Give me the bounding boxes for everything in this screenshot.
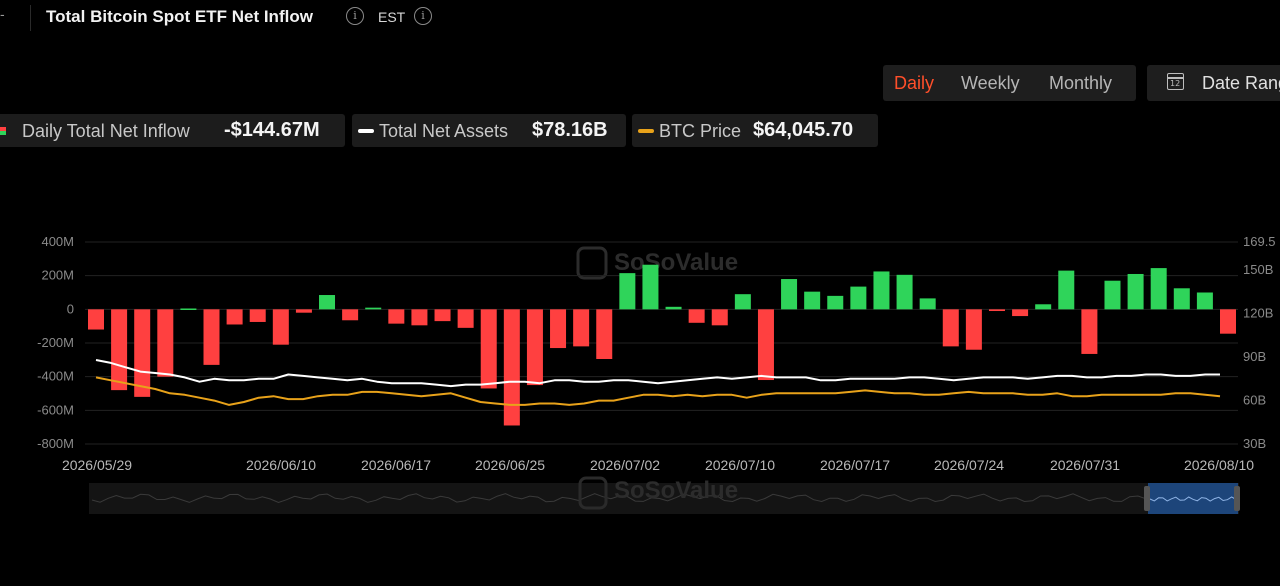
inflow-bar [226,309,243,325]
inflow-bar [642,264,659,310]
watermark-logo-icon [576,246,608,280]
navigator-handle-right[interactable] [1234,486,1240,511]
inflow-bar [134,309,151,397]
inflow-bar [550,309,567,349]
inflow-bar [734,294,751,310]
y-left-tick-label: -200M [37,335,74,350]
inflow-bar [619,273,636,310]
inflow-bar [1104,280,1121,310]
inflow-bar [896,274,913,310]
navigator-selection[interactable] [1148,483,1238,514]
inflow-bar [457,309,474,328]
x-tick-label: 2026/06/25 [475,457,545,473]
range-navigator[interactable]: SoSoValue [89,476,1240,514]
inflow-bar [688,309,705,323]
inflow-bar [596,309,613,359]
inflow-bar [757,309,774,381]
y-left-tick-label: 400M [41,234,74,249]
inflow-bar [111,309,128,391]
y-right-tick-label: 150B [1243,262,1273,277]
inflow-bar [388,309,405,324]
inflow-bar [573,309,590,347]
inflow-bar [873,271,890,310]
inflow-bar [88,309,104,330]
inflow-bar [1081,309,1098,354]
x-tick-label: 2026/07/24 [934,457,1004,473]
inflow-bar [988,309,1005,312]
y-left-tick-label: -800M [37,436,74,451]
x-tick-label: 2026/08/10 [1184,457,1254,473]
inflow-bar [295,309,312,313]
net-assets-line [95,359,1220,388]
btc-price-line [95,376,1221,406]
y-left-tick-label: 200M [41,268,74,283]
inflow-bar [319,295,336,310]
x-tick-label: 2026/06/17 [361,457,431,473]
x-tick-label: 2026/06/10 [246,457,316,473]
inflow-bar [157,309,174,377]
inflow-bar [411,309,428,326]
y-right-tick-label: 30B [1243,436,1266,451]
inflow-bar [342,309,359,321]
inflow-bar [804,291,821,310]
inflow-bar [203,309,220,365]
chart-area[interactable]: SoSoValue 400M 200M 0 -200M -400M -600M -800M 16… [0,0,1280,586]
inflow-bar [1058,270,1075,310]
inflow-bar [272,309,289,345]
inflow-bar [781,279,798,310]
inflow-bar [365,307,382,310]
inflow-bar [1173,288,1190,310]
x-tick-label: 2026/07/10 [705,457,775,473]
inflow-bar [1196,292,1213,310]
inflow-bar [480,309,497,389]
x-tick-label: 2026/05/29 [62,457,132,473]
inflow-bar [180,308,197,310]
watermark-text: SoSoValue [614,477,738,504]
y-left-tick-label: 0 [67,301,74,316]
inflow-bar [850,286,867,310]
inflow-bar [665,306,682,310]
inflow-bar [942,309,959,347]
x-tick-label: 2026/07/02 [590,457,660,473]
y-right-tick-label: 169.5 [1243,234,1276,249]
x-tick-label: 2026/07/17 [820,457,890,473]
inflow-bar [503,309,520,426]
inflow-bar [249,309,266,322]
inflow-bar [526,309,543,386]
inflow-bar [1150,268,1167,310]
y-right-tick-label: 90B [1243,349,1266,364]
inflow-bar [434,309,451,322]
inflow-bar [1035,304,1052,310]
inflow-bar [827,295,844,310]
inflow-bar [1012,309,1029,317]
navigator-handle-left[interactable] [1144,486,1150,511]
y-right-tick-label: 60B [1243,393,1266,408]
inflow-bar [919,298,936,310]
y-left-tick-label: -400M [37,369,74,384]
inflow-bar [965,309,982,350]
x-tick-label: 2026/07/31 [1050,457,1120,473]
watermark-text: SoSoValue [614,249,738,276]
inflow-bar [1127,273,1144,310]
y-right-tick-label: 120B [1243,306,1273,321]
inflow-bar [711,309,728,326]
inflow-bar [1220,309,1236,334]
y-left-tick-label: -600M [37,402,74,417]
